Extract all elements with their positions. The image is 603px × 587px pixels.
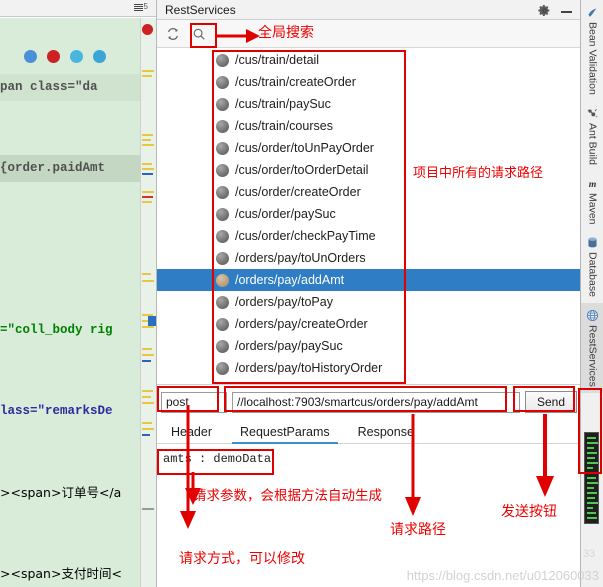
- annotation-all-paths: 项目中所有的请求路径: [413, 166, 544, 181]
- sidebar-item-rest-services[interactable]: RestServices: [581, 303, 603, 394]
- code-text: {order.paidAmt: [0, 161, 106, 175]
- error-count-badge[interactable]: [142, 24, 153, 35]
- watermark-fragment: 33: [583, 548, 596, 560]
- link-icon: [93, 50, 106, 63]
- annotation-box-send: [513, 386, 575, 412]
- error-icon: [47, 50, 60, 63]
- annotation-request-path: 请求路径: [390, 522, 446, 538]
- annotation-box-endpoint-list: [212, 50, 406, 384]
- right-tool-sidebar: Bean Validation Ant Build m Maven Databa…: [580, 0, 603, 587]
- code-editor[interactable]: 5 pan class="da {order.paidAmt ="coll_bo…: [0, 0, 156, 587]
- inspections-widget[interactable]: 5: [133, 2, 148, 11]
- annotation-global-search: 全局搜索: [258, 25, 314, 41]
- annotation-request-method: 请求方式，可以修改: [179, 551, 305, 567]
- info-icon: [24, 50, 37, 63]
- code-text: pan class="da: [0, 80, 98, 94]
- minimize-icon[interactable]: [561, 4, 573, 16]
- panel-title-actions: [538, 0, 573, 20]
- maven-icon: m: [586, 177, 599, 190]
- editor-marker-gutter[interactable]: [140, 18, 156, 587]
- inspection-lines-icon: [133, 3, 143, 11]
- refresh-icon[interactable]: [162, 23, 184, 45]
- watermark: https://blog.csdn.net/u012060033: [406, 568, 599, 583]
- sidebar-item-bean-validation[interactable]: Bean Validation: [581, 0, 603, 101]
- rest-services-icon: [586, 309, 599, 322]
- code-text: ><span>支付时间<: [0, 566, 122, 581]
- sidebar-item-label: Database: [586, 252, 599, 298]
- inspection-count: 5: [143, 2, 148, 11]
- annotation-box-url: [224, 386, 507, 412]
- panel-title: RestServices: [165, 2, 236, 17]
- sidebar-item-label: Ant Build: [586, 122, 599, 165]
- sidebar-item-label: Bean Validation: [586, 22, 599, 95]
- gear-icon[interactable]: [538, 4, 551, 17]
- annotation-send-button: 发送按钮: [501, 504, 557, 520]
- annotation-box-rest-tab: [578, 388, 602, 474]
- database-icon: [586, 236, 599, 249]
- annotation-arrow-send: [536, 414, 554, 497]
- annotation-box-params: [157, 449, 274, 475]
- editor-caret: [148, 316, 156, 326]
- request-tabs: Header RequestParams Response: [157, 419, 581, 444]
- panel-title-bar: RestServices: [157, 0, 581, 20]
- code-text: lass="remarksDe: [0, 404, 113, 418]
- sidebar-item-ant-build[interactable]: Ant Build: [581, 101, 603, 171]
- annotation-request-params: 请求参数，会根据方法自动生成: [193, 488, 382, 504]
- panel-divider: [157, 384, 581, 385]
- code-text: ><span>订单号</a: [0, 485, 122, 500]
- annotation-arrow-url: [405, 414, 421, 516]
- sidebar-item-label: Maven: [586, 192, 599, 225]
- bean-validation-icon: [586, 6, 599, 19]
- svg-text:m: m: [589, 179, 597, 190]
- tab-request-params[interactable]: RequestParams: [226, 425, 344, 444]
- ant-build-icon: [586, 107, 599, 120]
- link-icon: [70, 50, 83, 63]
- annotation-box-search: [190, 23, 217, 48]
- code-text: ="coll_body rig: [0, 323, 113, 337]
- annotation-arrow-method: [180, 405, 196, 529]
- annotation-arrow-search: [216, 29, 260, 43]
- sidebar-item-maven[interactable]: m Maven: [581, 171, 603, 231]
- gutter-icon-group: [24, 50, 106, 63]
- editor-topbar: 5: [0, 0, 156, 17]
- screenshot-root: 5 pan class="da {order.paidAmt ="coll_bo…: [0, 0, 603, 587]
- sidebar-item-database[interactable]: Database: [581, 230, 603, 303]
- sidebar-item-label: RestServices: [586, 325, 599, 388]
- code-content[interactable]: pan class="da {order.paidAmt ="coll_body…: [0, 18, 140, 587]
